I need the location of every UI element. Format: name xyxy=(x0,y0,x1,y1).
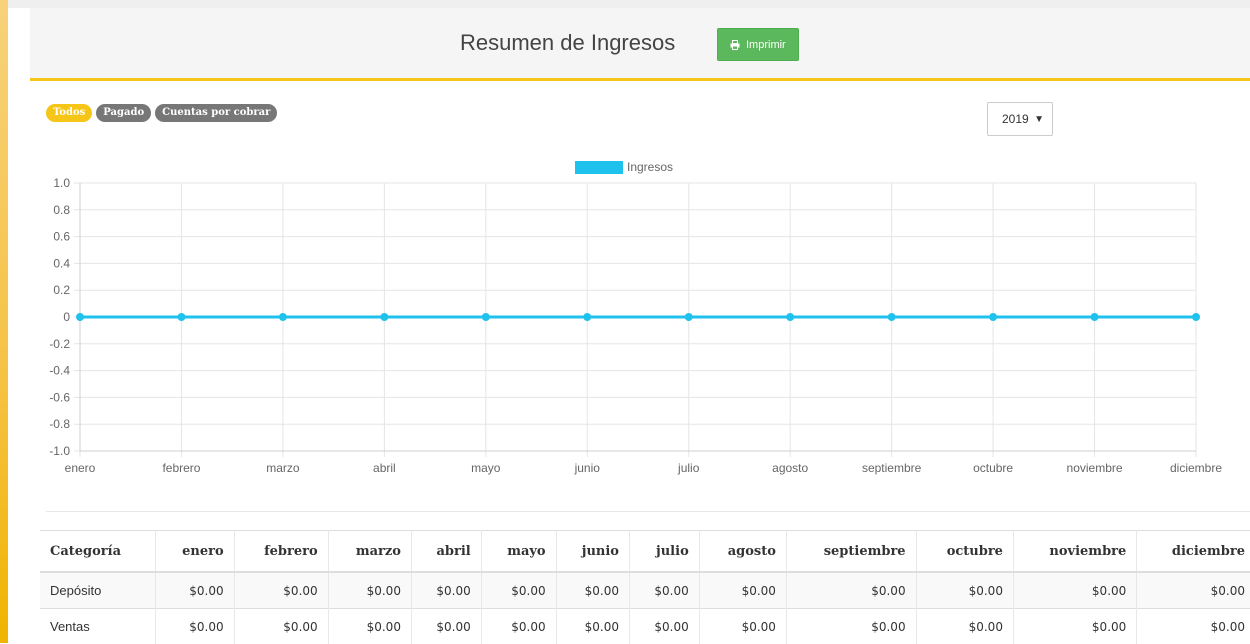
x-tick-label: diciembre xyxy=(1170,461,1222,475)
x-tick-label: septiembre xyxy=(862,461,922,475)
col-header: marzo xyxy=(328,531,411,573)
y-tick-label: 0.2 xyxy=(53,283,70,297)
col-header: abril xyxy=(411,531,481,573)
x-tick-label: marzo xyxy=(266,461,300,475)
data-point xyxy=(990,314,997,321)
data-point xyxy=(482,314,489,321)
data-point xyxy=(77,314,84,321)
table-cell: $0.00 xyxy=(411,609,481,644)
y-tick-label: 1.0 xyxy=(53,176,70,190)
col-header: mayo xyxy=(481,531,556,573)
y-tick-label: -0.2 xyxy=(49,337,70,351)
x-tick-label: octubre xyxy=(973,461,1013,475)
data-point xyxy=(584,314,591,321)
table-cell: $0.00 xyxy=(1137,609,1250,644)
x-tick-label: febrero xyxy=(162,461,200,475)
income-table: Categoría enero febrero marzo abril mayo… xyxy=(40,530,1250,644)
x-tick-label: agosto xyxy=(772,461,808,475)
col-header: Categoría xyxy=(40,531,155,573)
col-header: noviembre xyxy=(1013,531,1136,573)
table-header-row: Categoría enero febrero marzo abril mayo… xyxy=(40,531,1250,573)
table-cell: $0.00 xyxy=(629,572,699,609)
col-header: junio xyxy=(556,531,629,573)
x-tick-label: junio xyxy=(574,461,601,475)
y-tick-label: 0.8 xyxy=(53,203,70,217)
data-point xyxy=(888,314,895,321)
data-point xyxy=(381,314,388,321)
data-point xyxy=(685,314,692,321)
table-row: Depósito $0.00 $0.00 $0.00 $0.00 $0.00 $… xyxy=(40,572,1250,609)
table-row: Ventas $0.00 $0.00 $0.00 $0.00 $0.00 $0.… xyxy=(40,609,1250,644)
table-cell: $0.00 xyxy=(699,572,786,609)
table-cell: $0.00 xyxy=(699,609,786,644)
table-cell: $0.00 xyxy=(328,609,411,644)
table-cell: $0.00 xyxy=(1013,609,1136,644)
col-header: octubre xyxy=(916,531,1013,573)
table-cell: $0.00 xyxy=(556,609,629,644)
x-tick-label: julio xyxy=(677,461,700,475)
table-cell: $0.00 xyxy=(234,609,328,644)
data-point xyxy=(279,314,286,321)
y-tick-label: -1.0 xyxy=(49,444,70,458)
table-cell: $0.00 xyxy=(916,572,1013,609)
col-header: diciembre xyxy=(1137,531,1250,573)
x-tick-label: noviembre xyxy=(1067,461,1123,475)
divider xyxy=(46,511,1250,512)
table-cell: $0.00 xyxy=(629,609,699,644)
y-tick-label: -0.8 xyxy=(49,417,70,431)
col-header: julio xyxy=(629,531,699,573)
table-cell: $0.00 xyxy=(328,572,411,609)
table-cell: $0.00 xyxy=(786,572,916,609)
legend-label: Ingresos xyxy=(627,160,673,174)
table-cell: $0.00 xyxy=(786,609,916,644)
table-cell: $0.00 xyxy=(155,572,234,609)
x-tick-label: mayo xyxy=(471,461,501,475)
data-point xyxy=(1193,314,1200,321)
legend-swatch xyxy=(575,161,623,174)
x-tick-label: abril xyxy=(373,461,396,475)
y-tick-label: -0.4 xyxy=(49,364,70,378)
data-point xyxy=(1091,314,1098,321)
y-tick-label: -0.6 xyxy=(49,390,70,404)
y-tick-label: 0.4 xyxy=(53,256,70,270)
table-cell: $0.00 xyxy=(556,572,629,609)
table-cell: $0.00 xyxy=(1137,572,1250,609)
table-cell: $0.00 xyxy=(916,609,1013,644)
table-cell: $0.00 xyxy=(481,572,556,609)
income-line-chart: 1.0 0.8 0.6 0.4 0.2 0 -0.2 -0.4 -0.6 -0.8 -1.0 ener… xyxy=(0,0,1250,500)
table-cell: $0.00 xyxy=(155,609,234,644)
table-cell: $0.00 xyxy=(1013,572,1136,609)
table-cell: $0.00 xyxy=(234,572,328,609)
table-cell: Ventas xyxy=(40,609,155,644)
col-header: agosto xyxy=(699,531,786,573)
table-cell: $0.00 xyxy=(411,572,481,609)
col-header: febrero xyxy=(234,531,328,573)
x-tick-label: enero xyxy=(65,461,96,475)
y-tick-label: 0.6 xyxy=(53,230,70,244)
col-header: enero xyxy=(155,531,234,573)
y-tick-label: 0 xyxy=(63,310,70,324)
table-cell: Depósito xyxy=(40,572,155,609)
table-cell: $0.00 xyxy=(481,609,556,644)
data-point xyxy=(178,314,185,321)
data-point xyxy=(787,314,794,321)
col-header: septiembre xyxy=(786,531,916,573)
